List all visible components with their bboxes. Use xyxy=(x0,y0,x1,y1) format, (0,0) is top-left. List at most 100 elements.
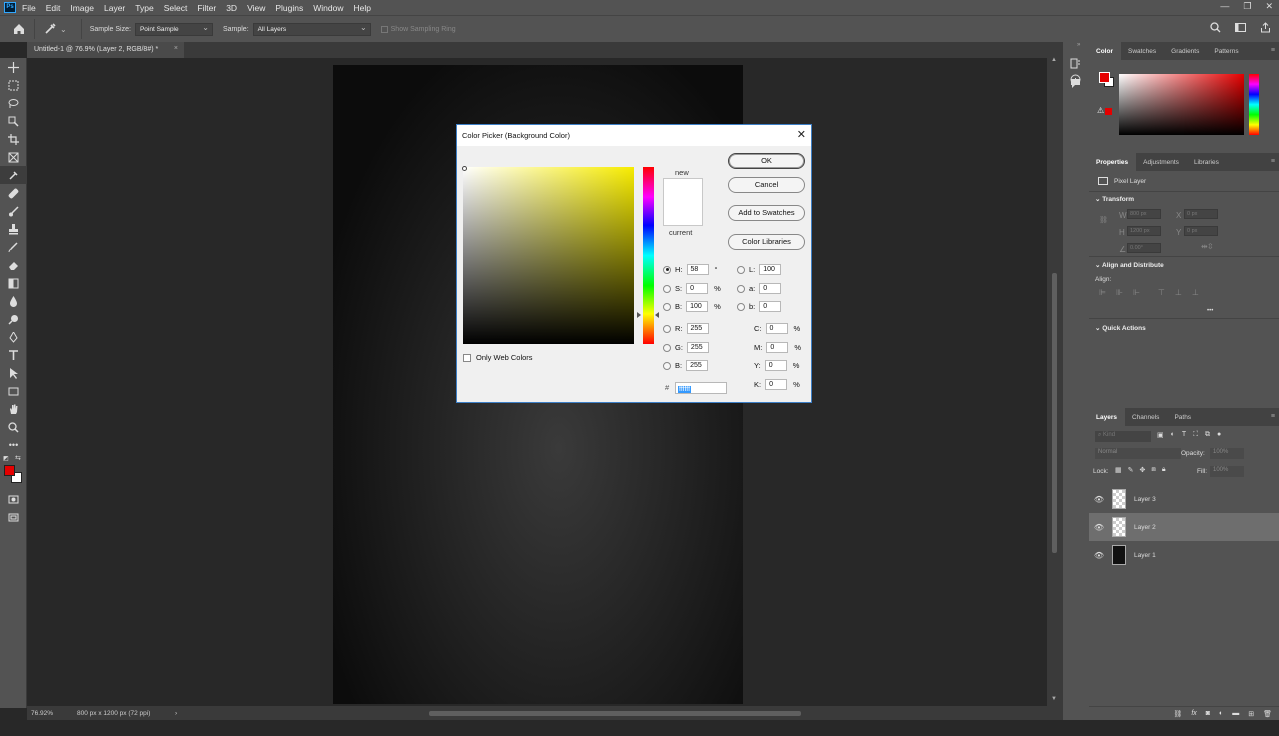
lab-l-radio[interactable] xyxy=(737,265,745,274)
lock-transparency-icon[interactable]: ▦ xyxy=(1115,466,1122,474)
link-layers-icon[interactable]: ⛓ xyxy=(1173,710,1182,718)
more-options-icon[interactable]: ••• xyxy=(1207,308,1213,314)
lock-artboard-icon[interactable]: ⧈ xyxy=(1151,466,1155,474)
layer-filter-kind[interactable]: ⌕ Kind xyxy=(1095,431,1151,442)
opacity-field[interactable]: 100% xyxy=(1210,448,1244,459)
visibility-eye-icon[interactable]: 👁︎ xyxy=(1089,495,1109,504)
height-field[interactable]: 1200 px xyxy=(1127,226,1161,236)
color-libraries-button[interactable]: Color Libraries xyxy=(728,234,805,250)
yellow-input[interactable]: 0 xyxy=(764,360,787,371)
object-select-tool[interactable] xyxy=(0,112,27,130)
more-tools[interactable]: ••• xyxy=(0,436,27,454)
zoom-level[interactable]: 76.92% xyxy=(31,710,77,717)
lock-all-icon[interactable]: 🔒︎ xyxy=(1162,466,1166,474)
adjustment-layer-icon[interactable]: ◐ xyxy=(1219,710,1223,717)
visibility-eye-icon[interactable]: 👁︎ xyxy=(1089,551,1109,560)
panel-foreground-swatch[interactable] xyxy=(1099,72,1110,83)
filter-shape-icon[interactable]: ⛶ xyxy=(1193,431,1198,439)
gradient-tool[interactable] xyxy=(0,274,27,292)
hue-slider[interactable] xyxy=(1249,74,1259,135)
move-tool[interactable] xyxy=(0,58,27,76)
filter-smart-object-icon[interactable]: ⧉ xyxy=(1205,431,1210,439)
layers-menu-icon[interactable]: ≡ xyxy=(1271,413,1275,420)
hex-input[interactable]: ffffff xyxy=(675,382,727,394)
eyedropper-tool-icon[interactable] xyxy=(43,22,57,36)
align-hcenter-icon[interactable]: ⊪ xyxy=(1116,288,1123,297)
brightness-radio[interactable] xyxy=(663,302,671,311)
delete-layer-icon[interactable]: 🗑︎ xyxy=(1263,710,1272,718)
cyan-input[interactable]: 0 xyxy=(765,323,788,334)
x-field[interactable]: 0 px xyxy=(1184,209,1218,219)
menu-3d[interactable]: 3D xyxy=(226,3,237,13)
flip-vertical-icon[interactable]: ⇳ xyxy=(1207,242,1214,251)
type-tool[interactable] xyxy=(0,346,27,364)
swap-colors-icon[interactable]: ⇆ xyxy=(15,454,21,462)
vertical-scroll-thumb[interactable] xyxy=(1052,273,1057,553)
align-right-icon[interactable]: ⊩ xyxy=(1133,288,1140,297)
show-ring-checkbox[interactable] xyxy=(380,25,388,33)
restore-icon[interactable]: ❐ xyxy=(1243,1,1251,12)
eyedropper-tool[interactable] xyxy=(0,166,27,184)
quick-actions-heading[interactable]: Quick Actions xyxy=(1102,325,1145,332)
red-input[interactable]: 255 xyxy=(686,323,709,334)
visibility-eye-icon[interactable]: 👁︎ xyxy=(1089,523,1109,532)
lock-pixels-icon[interactable]: ✎ xyxy=(1128,466,1134,474)
menu-help[interactable]: Help xyxy=(353,3,370,13)
fx-icon[interactable]: fx xyxy=(1191,710,1196,717)
red-radio[interactable] xyxy=(663,324,671,333)
brightness-input[interactable]: 100 xyxy=(686,301,709,312)
quick-mask-tool[interactable] xyxy=(0,490,27,508)
ok-button[interactable]: OK xyxy=(728,153,805,169)
align-heading[interactable]: Align and Distribute xyxy=(1102,262,1164,269)
share-icon[interactable] xyxy=(1260,22,1271,33)
saturation-input[interactable]: 0 xyxy=(686,283,709,294)
menu-filter[interactable]: Filter xyxy=(197,3,216,13)
stamp-tool[interactable] xyxy=(0,220,27,238)
properties-menu-icon[interactable]: ≡ xyxy=(1271,158,1275,165)
layer-row[interactable]: 👁︎ Layer 3 xyxy=(1089,485,1279,513)
menu-plugins[interactable]: Plugins xyxy=(275,3,303,13)
y-field[interactable]: 0 px xyxy=(1184,226,1218,236)
blue-input[interactable]: 255 xyxy=(686,360,709,371)
add-to-swatches-button[interactable]: Add to Swatches xyxy=(728,205,805,221)
hue-slider-right-arrow-icon[interactable] xyxy=(655,312,659,318)
lab-a-input[interactable]: 0 xyxy=(759,283,782,294)
color-field-marker[interactable] xyxy=(462,166,467,171)
lab-b-radio[interactable] xyxy=(737,302,745,311)
collapse-panels-icon[interactable]: » xyxy=(1077,42,1080,48)
tab-swatches[interactable]: Swatches xyxy=(1121,48,1164,60)
align-left-icon[interactable]: ⊫ xyxy=(1099,288,1106,297)
tab-libraries[interactable]: Libraries xyxy=(1187,159,1227,171)
new-layer-icon[interactable]: ⊞ xyxy=(1248,710,1254,718)
search-icon[interactable] xyxy=(1210,22,1221,33)
hand-tool[interactable] xyxy=(0,400,27,418)
dialog-close-icon[interactable]: ✕ xyxy=(797,128,806,141)
crop-tool[interactable] xyxy=(0,130,27,148)
green-input[interactable]: 255 xyxy=(686,342,709,353)
history-brush-tool[interactable] xyxy=(0,238,27,256)
tab-adjustments[interactable]: Adjustments xyxy=(1136,159,1187,171)
healing-tool[interactable] xyxy=(0,184,27,202)
transform-heading[interactable]: Transform xyxy=(1102,196,1134,203)
path-select-tool[interactable] xyxy=(0,364,27,382)
home-icon[interactable] xyxy=(12,22,26,36)
lock-position-icon[interactable]: ✥ xyxy=(1140,466,1146,474)
scroll-up-icon[interactable]: ▲ xyxy=(1051,57,1057,63)
new-group-icon[interactable]: ▬ xyxy=(1232,710,1239,717)
blue-radio[interactable] xyxy=(663,361,671,370)
zoom-tool[interactable] xyxy=(0,418,27,436)
link-icon[interactable]: ⛓ xyxy=(1099,216,1108,224)
dialog-titlebar[interactable]: Color Picker (Background Color) ✕ xyxy=(457,125,811,146)
menu-view[interactable]: View xyxy=(247,3,265,13)
hue-slider[interactable] xyxy=(643,167,654,344)
menu-window[interactable]: Window xyxy=(313,3,343,13)
layer-name[interactable]: Layer 2 xyxy=(1134,524,1156,531)
layer-row[interactable]: 👁︎ Layer 2 xyxy=(1089,513,1279,541)
align-bottom-icon[interactable]: ⊥ xyxy=(1192,288,1199,297)
align-chevron-icon[interactable]: ⌄ xyxy=(1095,262,1102,269)
menu-image[interactable]: Image xyxy=(70,3,94,13)
panel-menu-icon[interactable]: ≡ xyxy=(1271,47,1275,54)
menu-file[interactable]: File xyxy=(22,3,36,13)
layer-name[interactable]: Layer 1 xyxy=(1134,552,1156,559)
hue-slider-left-arrow-icon[interactable] xyxy=(637,312,641,318)
